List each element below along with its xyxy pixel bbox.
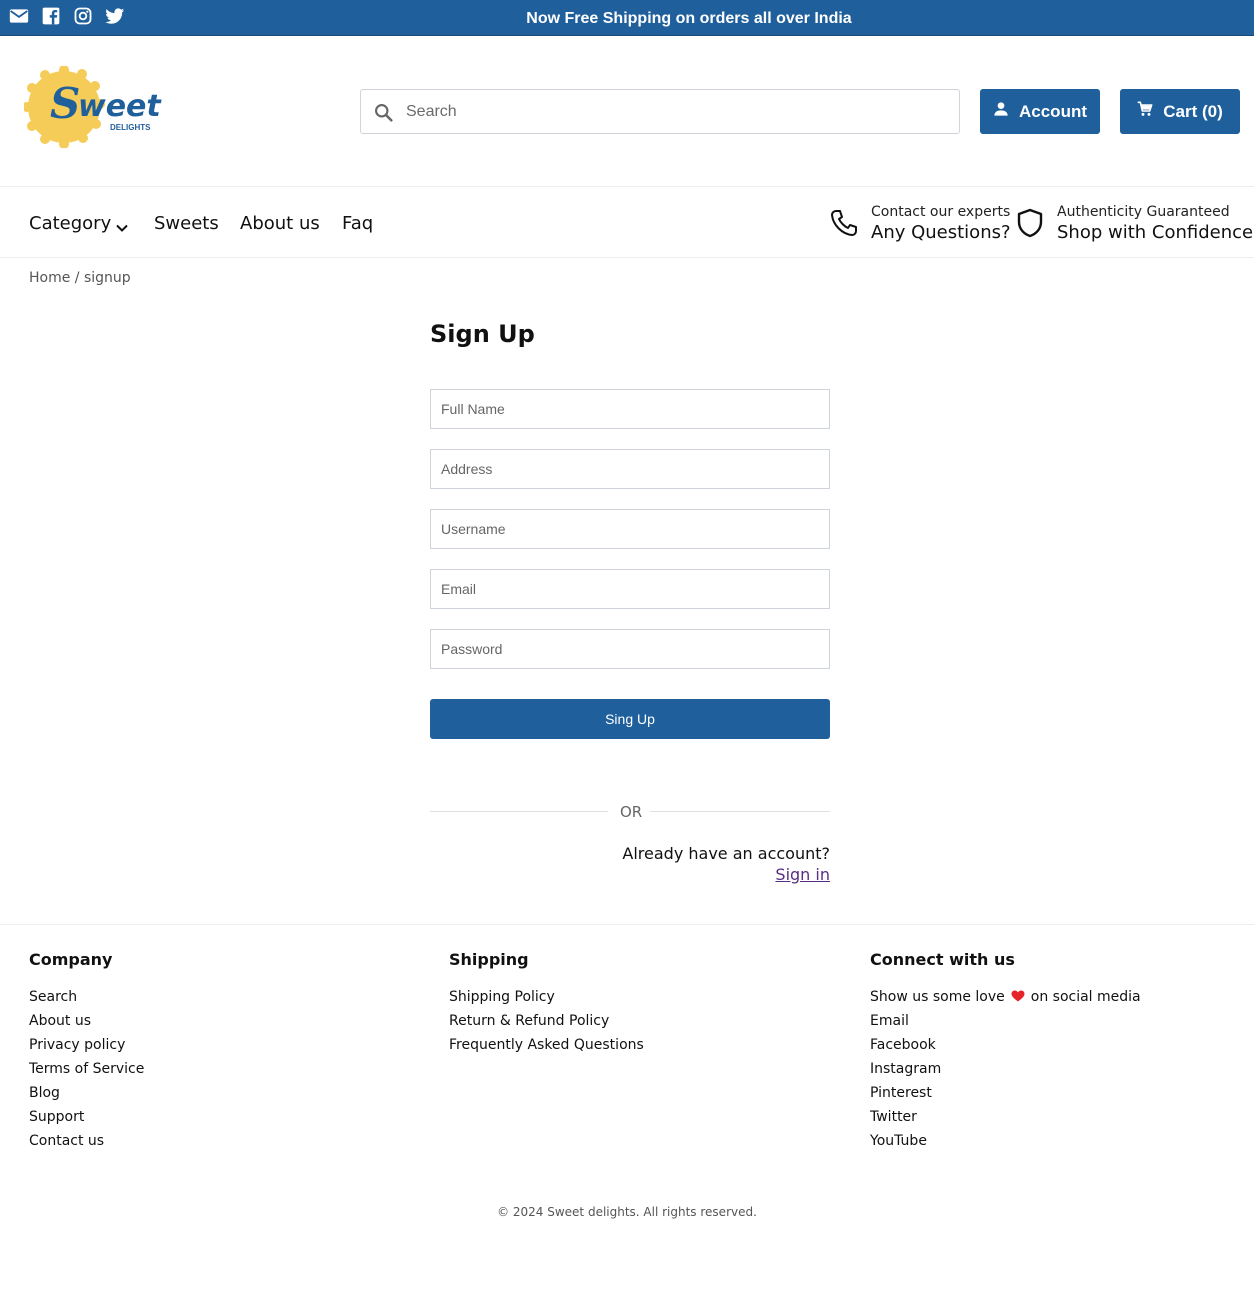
footer-link-youtube[interactable]: YouTube [870,1129,1141,1153]
auth-small-text: Authenticity Guaranteed [1057,204,1230,220]
nav-about-us[interactable]: About us [240,213,320,234]
show-love-before: Show us some love [870,989,1005,1005]
full-name-field[interactable] [430,389,830,429]
footer-link-about[interactable]: About us [29,1009,144,1033]
footer-link-facebook[interactable]: Facebook [870,1033,1141,1057]
chevron-down-icon [116,218,128,232]
address-input[interactable] [431,450,829,488]
or-divider: OR [430,802,830,822]
footer-link-instagram[interactable]: Instagram [870,1057,1141,1081]
announcement-bar: Now Free Shipping on orders all over Ind… [0,0,1254,36]
footer-link-refund-policy[interactable]: Return & Refund Policy [449,1009,644,1033]
footer-link-support[interactable]: Support [29,1105,144,1129]
auth-big-text: Shop with Confidence [1057,222,1254,243]
cart-label: Cart (0) [1163,101,1223,121]
password-field[interactable] [430,629,830,669]
heart-icon [1011,986,1025,1002]
footer-connect-title: Connect with us [870,950,1015,969]
search-box[interactable] [360,89,960,134]
free-shipping-banner: Now Free Shipping on orders all over Ind… [526,10,852,27]
page-title: Sign Up [430,320,535,348]
main-nav: Category Sweets About us Faq Contact our… [0,187,1254,258]
email-input[interactable] [431,570,829,608]
site-header: S weet DELIGHTS Account Cart (0) [0,36,1254,187]
contact-big-text: Any Questions? [871,222,1011,243]
contact-experts[interactable]: Contact our experts Any Questions? [829,203,1011,245]
signin-link[interactable]: Sign in [775,865,830,884]
footer-connect: Connect with us Show us some love on soci… [870,950,1141,1153]
footer-link-twitter[interactable]: Twitter [870,1105,1141,1129]
footer-link-email[interactable]: Email [870,1009,1141,1033]
address-field[interactable] [430,449,830,489]
already-have-account-text: Already have an account? [622,844,830,863]
footer-link-faq[interactable]: Frequently Asked Questions [449,1033,644,1057]
footer-link-search[interactable]: Search [29,985,144,1009]
site-footer: Company Search About us Privacy policy T… [0,924,1254,1301]
footer-company-title: Company [29,950,113,969]
footer-shipping: Shipping Shipping Policy Return & Refund… [449,950,644,1057]
account-label: Account [1019,101,1087,121]
breadcrumb[interactable]: Home / signup [29,270,131,286]
divider-line-right [650,811,830,812]
contact-small-text: Contact our experts [871,204,1011,220]
show-love-after: on social media [1030,989,1141,1005]
footer-link-privacy[interactable]: Privacy policy [29,1033,144,1057]
email-field[interactable] [430,569,830,609]
divider-line-left [430,811,608,812]
show-love-text: Show us some love on social media [870,985,1141,1009]
footer-link-blog[interactable]: Blog [29,1081,144,1105]
cart-button[interactable]: Cart (0) [1120,89,1240,134]
search-input[interactable] [406,90,946,133]
svg-text:S: S [50,79,80,128]
authenticity-guarantee: Authenticity Guaranteed Shop with Confid… [1015,203,1253,245]
nav-category[interactable]: Category [29,213,128,234]
signup-button[interactable]: Sing Up [430,699,830,739]
nav-faq[interactable]: Faq [342,213,373,234]
footer-link-contact[interactable]: Contact us [29,1129,144,1153]
nav-category-label: Category [29,213,112,234]
signin-prompt: Already have an account? Sign in [622,843,830,885]
copyright-text: © 2024 Sweet delights. All rights reserv… [497,1205,757,1219]
footer-link-pinterest[interactable]: Pinterest [870,1081,1141,1105]
footer-link-shipping-policy[interactable]: Shipping Policy [449,985,644,1009]
full-name-input[interactable] [431,390,829,428]
username-input[interactable] [431,510,829,548]
signup-form: Sign Up Sing Up OR Already have an accou… [430,320,830,884]
nav-sweets[interactable]: Sweets [154,213,219,234]
account-button[interactable]: Account [980,89,1100,134]
footer-company: Company Search About us Privacy policy T… [29,950,144,1153]
cart-icon [1137,101,1153,122]
or-text: OR [620,803,643,821]
search-icon [373,102,394,123]
shield-icon [1015,208,1045,238]
footer-link-terms[interactable]: Terms of Service [29,1057,144,1081]
sweet-delights-logo[interactable]: S weet DELIGHTS [22,65,164,149]
svg-text:DELIGHTS: DELIGHTS [110,123,151,132]
password-input[interactable] [431,630,829,668]
footer-shipping-title: Shipping [449,950,529,969]
username-field[interactable] [430,509,830,549]
phone-icon [829,208,859,238]
svg-text:weet: weet [78,89,162,124]
user-icon [993,101,1009,122]
